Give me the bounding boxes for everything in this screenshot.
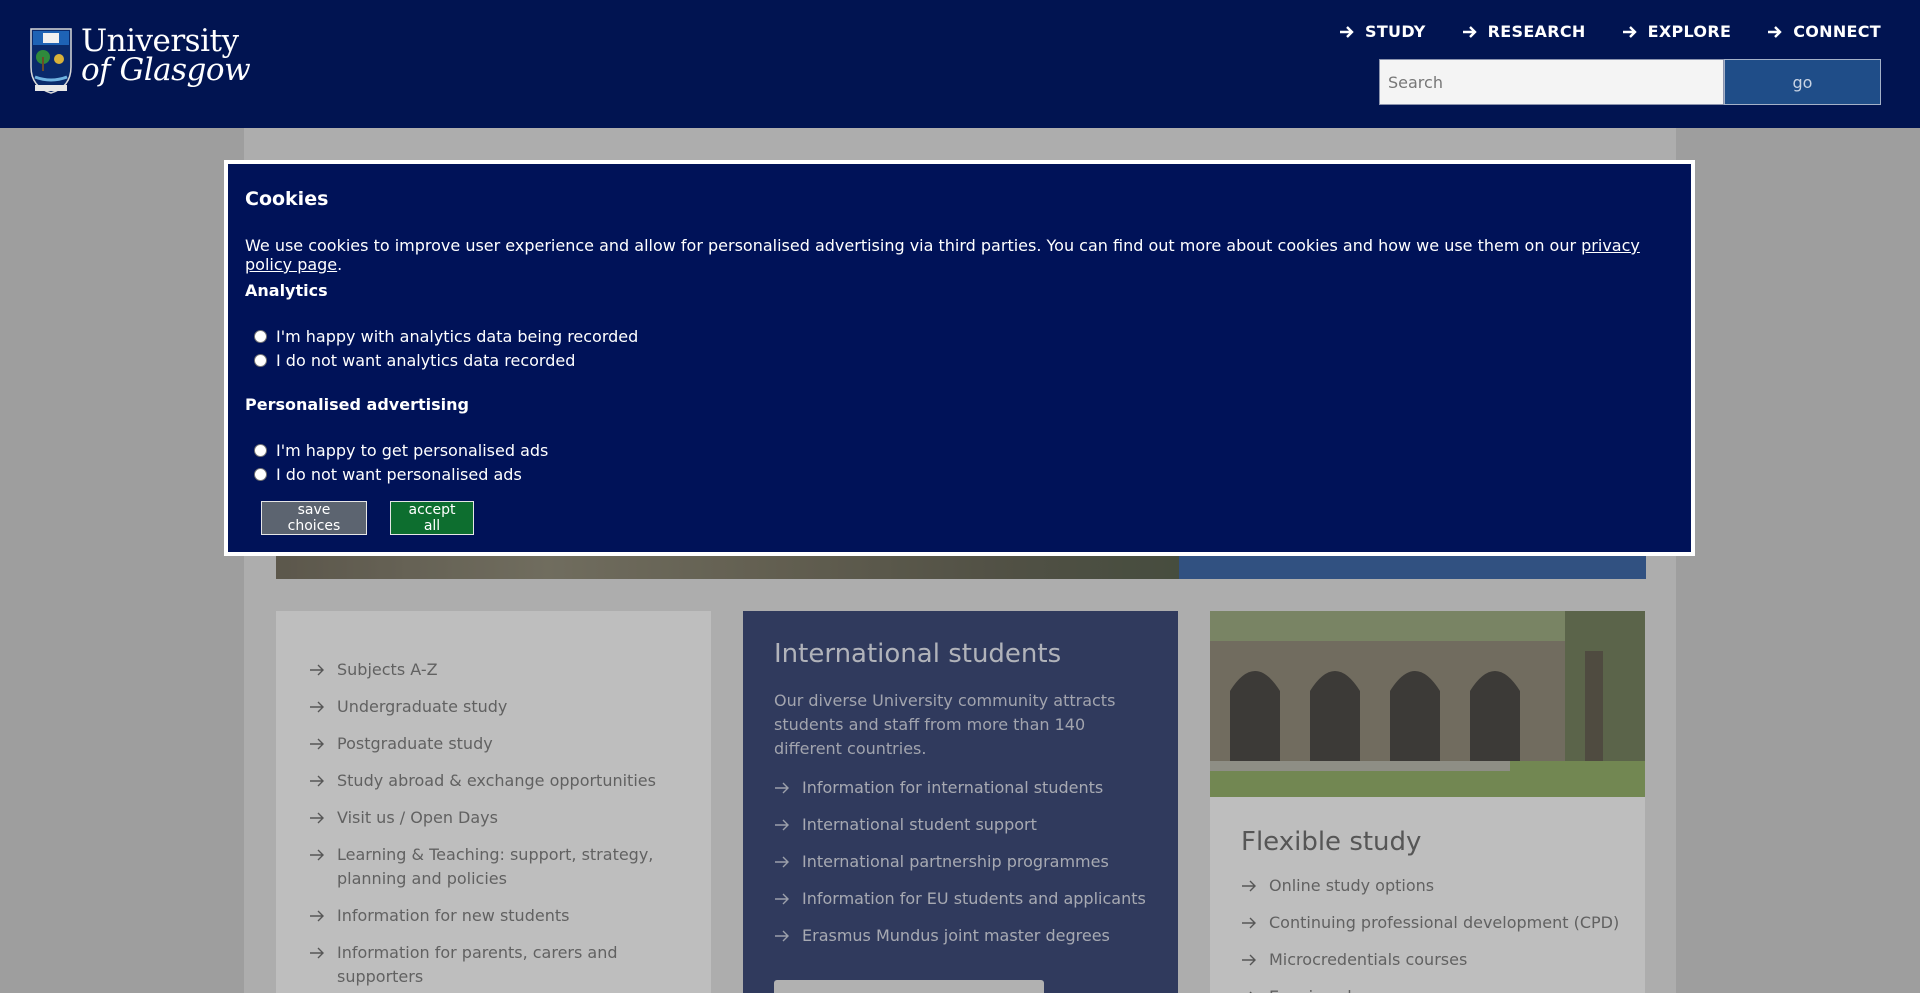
nav-connect[interactable]: CONNECT: [1767, 22, 1881, 41]
ads-yes-label: I'm happy to get personalised ads: [276, 441, 549, 460]
ads-yes-radio[interactable]: [254, 444, 267, 457]
save-choices-button[interactable]: save choices: [261, 501, 367, 535]
arrow-right-icon: [1340, 25, 1354, 38]
arrow-right-icon: [1462, 25, 1477, 38]
nav-connect-label: CONNECT: [1793, 22, 1881, 41]
logo-line2: of Glasgow: [81, 52, 251, 88]
ads-heading: Personalised advertising: [245, 395, 469, 414]
search-go-button[interactable]: go: [1724, 59, 1881, 105]
cookie-intro-text: We use cookies to improve user experienc…: [245, 236, 1582, 255]
search-input[interactable]: [1379, 59, 1724, 105]
ads-no-option[interactable]: I do not want personalised ads: [254, 465, 522, 484]
analytics-yes-option[interactable]: I'm happy with analytics data being reco…: [254, 327, 638, 346]
ads-yes-option[interactable]: I'm happy to get personalised ads: [254, 441, 548, 460]
analytics-no-radio[interactable]: [254, 354, 267, 367]
cookie-intro: We use cookies to improve user experienc…: [245, 236, 1691, 274]
cookie-intro-end: .: [337, 255, 343, 274]
logo-wordmark: University of Glasgow: [81, 26, 251, 88]
cookie-title: Cookies: [245, 188, 329, 210]
analytics-heading: Analytics: [245, 281, 328, 300]
nav-study[interactable]: STUDY: [1339, 22, 1426, 41]
crest-icon: [30, 28, 72, 94]
site-header: University of Glasgow STUDY RESEARCH EXP…: [0, 0, 1920, 128]
nav-study-label: STUDY: [1365, 22, 1426, 41]
nav-research-label: RESEARCH: [1487, 22, 1586, 41]
cookie-dialog: Cookies We use cookies to improve user e…: [224, 160, 1695, 556]
nav-explore[interactable]: EXPLORE: [1622, 22, 1732, 41]
nav-research[interactable]: RESEARCH: [1462, 22, 1586, 41]
main-nav: STUDY RESEARCH EXPLORE CONNECT: [1303, 22, 1881, 41]
accept-all-button[interactable]: accept all: [390, 501, 474, 535]
site-search: go: [1379, 59, 1881, 105]
university-logo[interactable]: University of Glasgow: [29, 26, 251, 95]
arrow-right-icon: [1622, 25, 1637, 38]
analytics-yes-label: I'm happy with analytics data being reco…: [276, 327, 639, 346]
ads-no-label: I do not want personalised ads: [276, 465, 522, 484]
analytics-yes-radio[interactable]: [254, 330, 267, 343]
arrow-right-icon: [1768, 25, 1782, 38]
analytics-no-label: I do not want analytics data recorded: [276, 351, 576, 370]
ads-no-radio[interactable]: [254, 468, 267, 481]
analytics-no-option[interactable]: I do not want analytics data recorded: [254, 351, 575, 370]
nav-explore-label: EXPLORE: [1647, 22, 1732, 41]
